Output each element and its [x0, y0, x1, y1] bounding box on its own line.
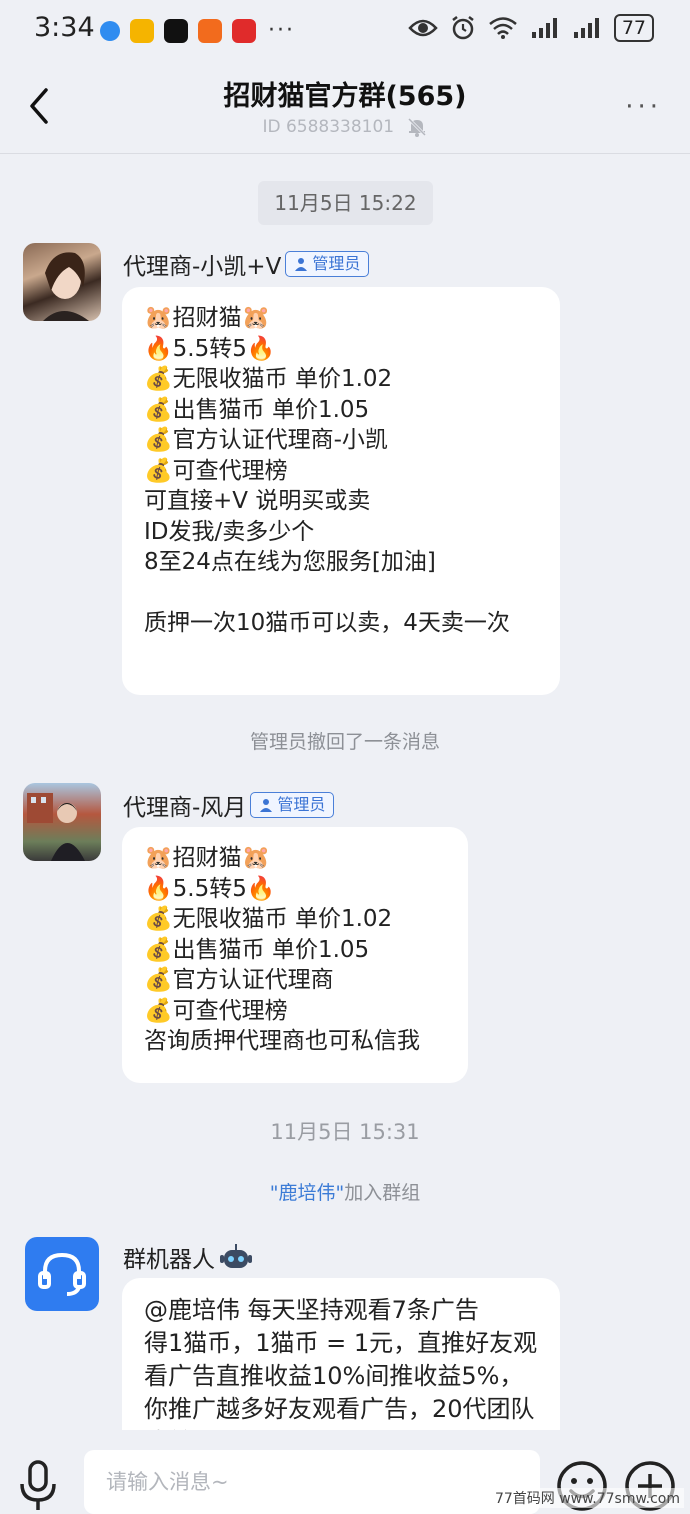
signal-icon [573, 18, 599, 38]
avatar-photo [43, 252, 89, 321]
message-line: 🔥5.5转5🔥 [144, 335, 276, 362]
message-line: 可直接+V 说明买或卖 [144, 488, 371, 514]
message-line: 💰无限收猫币 单价1.02 [144, 906, 393, 932]
avatar-photo [27, 793, 85, 861]
sender-label: 代理商-小凯+V [123, 254, 282, 280]
sender-label: 群机器人 [123, 1247, 215, 1273]
app-notification-icon [164, 18, 188, 43]
recall-notice: 管理员撤回了一条消息 [249, 731, 440, 753]
status-bar: 3:34 ··· 77 [0, 0, 690, 62]
message-line: 💰官方认证代理商 [144, 967, 334, 993]
message-line: 💰可查代理榜 [144, 997, 288, 1024]
app-notification-icon [232, 18, 256, 43]
message-line: @鹿培伟 每天坚持观看7条广告 [144, 1296, 479, 1324]
headset-icon [38, 1252, 86, 1296]
system-icons: 77 [408, 14, 654, 42]
admin-badge-label: 管理员 [312, 254, 361, 273]
message-bubble[interactable]: @鹿培伟 每天坚持观看7条广告 得1猫币，1猫币 = 1元，直推好友观看广告直推… [122, 1278, 560, 1430]
message-line: ID发我/卖多少个 [144, 518, 315, 545]
message-line: 得1猫币，1猫币 = 1元，直推好友观看广告直推收益10%间推收益5%，你推广越… [144, 1329, 538, 1430]
message-bubble[interactable]: 🐹招财猫🐹 🔥5.5转5🔥 💰无限收猫币 单价1.02 💰出售猫币 单价1.05… [122, 287, 560, 695]
admin-badge-label: 管理员 [277, 795, 326, 814]
message-line: 咨询质押代理商也可私信我 [144, 1028, 420, 1054]
mute-bell-icon [407, 117, 426, 137]
person-icon [295, 258, 308, 271]
message-line: 💰出售猫币 单价1.05 [144, 396, 370, 423]
message-line: 🔥5.5转5🔥 [144, 875, 276, 902]
sender-name: 代理商-小凯+V 管理员 [123, 247, 370, 281]
microphone-icon[interactable] [16, 1460, 60, 1510]
app-notification-icon [198, 18, 222, 43]
wifi-icon [489, 17, 517, 39]
watermark: 77首码网 www.77smw.com [490, 1488, 684, 1508]
group-id-text: ID 6588338101 [262, 117, 395, 137]
person-icon [260, 799, 273, 812]
app-notification-icon [100, 20, 120, 41]
timestamp: 11月5日 15:31 [270, 1120, 420, 1144]
avatar[interactable] [23, 783, 101, 861]
sender-label: 代理商-风月 [123, 795, 247, 821]
joined-user-link[interactable]: "鹿培伟" [270, 1182, 344, 1204]
timestamp: 11月5日 15:22 [258, 181, 433, 225]
message-line: 质押一次10猫币可以卖，4天卖一次 [144, 610, 510, 636]
message-line: 8至24点在线为您服务[加油] [144, 549, 436, 575]
battery-indicator: 77 [613, 14, 654, 42]
more-notifications-icon: ··· [268, 18, 295, 43]
message-line: 🐹招财猫🐹 [144, 845, 271, 871]
message-line [144, 578, 538, 609]
message-line: 💰无限收猫币 单价1.02 [144, 366, 393, 392]
sender-name: 群机器人 [123, 1240, 253, 1274]
robot-icon [220, 1244, 252, 1268]
bot-avatar[interactable] [25, 1237, 99, 1311]
eye-icon [408, 19, 438, 37]
group-title: 招财猫官方群(565) [223, 81, 467, 112]
message-input[interactable]: 请输入消息~ [84, 1450, 540, 1514]
join-text: 加入群组 [344, 1182, 421, 1204]
message-line: 💰官方认证代理商-小凯 [144, 427, 388, 453]
message-bubble[interactable]: 🐹招财猫🐹 🔥5.5转5🔥 💰无限收猫币 单价1.02 💰出售猫币 单价1.05… [122, 827, 468, 1083]
more-options-button[interactable]: ··· [625, 92, 662, 122]
status-time: 3:34 [34, 12, 95, 43]
message-line: 💰出售猫币 单价1.05 [144, 936, 370, 963]
admin-badge: 管理员 [285, 251, 370, 277]
sender-name: 代理商-风月 管理员 [123, 788, 335, 822]
notification-icons: ··· [100, 18, 295, 43]
signal-icon [531, 18, 557, 38]
group-id: ID 6588338101 [0, 116, 690, 138]
app-notification-icon [130, 18, 154, 43]
admin-badge: 管理员 [250, 792, 335, 818]
alarm-icon [452, 16, 474, 40]
join-notice: "鹿培伟"加入群组 [0, 1178, 690, 1205]
avatar[interactable] [23, 243, 101, 321]
message-line: 🐹招财猫🐹 [144, 305, 271, 331]
chat-header: 招财猫官方群(565) ID 6588338101 ··· [0, 62, 690, 154]
message-line: 💰可查代理榜 [144, 457, 288, 484]
